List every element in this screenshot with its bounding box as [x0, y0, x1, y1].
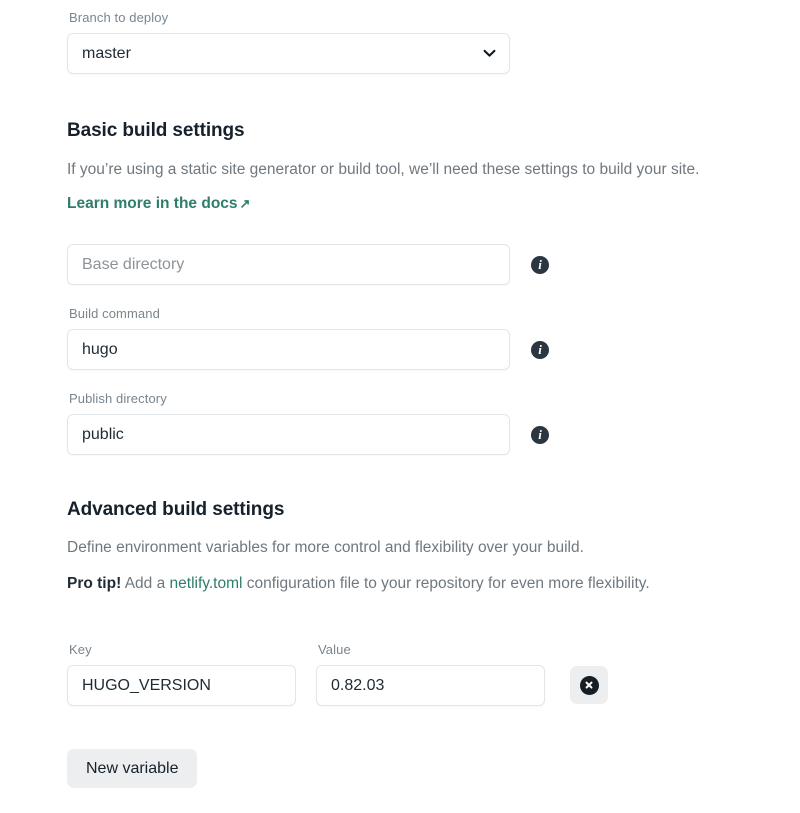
- pro-tip-text: Pro tip! Add a netlify.toml configuratio…: [67, 573, 800, 595]
- publish-directory-label: Publish directory: [69, 391, 167, 406]
- env-value-group: Value 0.82.03: [316, 642, 545, 706]
- info-icon[interactable]: i: [531, 340, 549, 359]
- advanced-build-settings-description: Define environment variables for more co…: [67, 539, 584, 556]
- env-value-input[interactable]: 0.82.03: [316, 665, 545, 706]
- branch-to-deploy-group: Branch to deploy master: [67, 0, 800, 74]
- base-directory-input[interactable]: Base directory: [67, 244, 510, 285]
- build-command-row: hugo i: [67, 329, 800, 370]
- publish-directory-input[interactable]: public: [67, 414, 510, 455]
- publish-directory-group: Publish directory public i: [67, 391, 800, 455]
- environment-variable-row: Key HUGO_VERSION Value 0.82.03: [67, 642, 800, 706]
- base-directory-group: Base directory i: [67, 244, 800, 285]
- publish-directory-row: public i: [67, 414, 800, 455]
- env-key-group: Key HUGO_VERSION: [67, 642, 296, 706]
- learn-more-in-the-docs-link[interactable]: Learn more in the docs ↗: [67, 195, 250, 213]
- remove-variable-button[interactable]: [570, 666, 608, 704]
- pro-tip-lead: Pro tip!: [67, 575, 122, 592]
- docs-link-text: Learn more in the docs: [67, 195, 238, 212]
- build-command-group: Build command hugo i: [67, 306, 800, 370]
- advanced-build-settings-title: Advanced build settings: [67, 499, 285, 520]
- env-value-label: Value: [318, 642, 351, 657]
- pro-tip-before-text: Add a: [121, 575, 170, 592]
- branch-to-deploy-select-wrapper[interactable]: master: [67, 33, 510, 74]
- basic-build-settings-description: If you’re using a static site generator …: [67, 161, 700, 178]
- build-settings-page: Branch to deploy master Basic build sett…: [0, 0, 800, 788]
- info-icon[interactable]: i: [531, 255, 549, 274]
- new-variable-button[interactable]: New variable: [67, 749, 198, 788]
- branch-to-deploy-select[interactable]: master: [67, 33, 510, 74]
- external-link-arrow-icon: ↗: [239, 196, 251, 211]
- basic-build-settings-section: Basic build settings If you’re using a s…: [67, 120, 800, 455]
- basic-build-settings-title: Basic build settings: [67, 120, 245, 141]
- env-key-input[interactable]: HUGO_VERSION: [67, 665, 296, 706]
- base-directory-row: Base directory i: [67, 244, 800, 285]
- info-icon[interactable]: i: [531, 425, 549, 444]
- build-command-input[interactable]: hugo: [67, 329, 510, 370]
- env-key-label: Key: [69, 642, 92, 657]
- pro-tip-after-text: configuration file to your repository fo…: [242, 575, 650, 592]
- build-command-label: Build command: [69, 306, 160, 321]
- branch-to-deploy-label: Branch to deploy: [69, 10, 169, 25]
- remove-circle-icon: [579, 675, 599, 695]
- netlify-toml-link[interactable]: netlify.toml: [170, 575, 243, 592]
- advanced-build-settings-section: Advanced build settings Define environme…: [67, 499, 800, 788]
